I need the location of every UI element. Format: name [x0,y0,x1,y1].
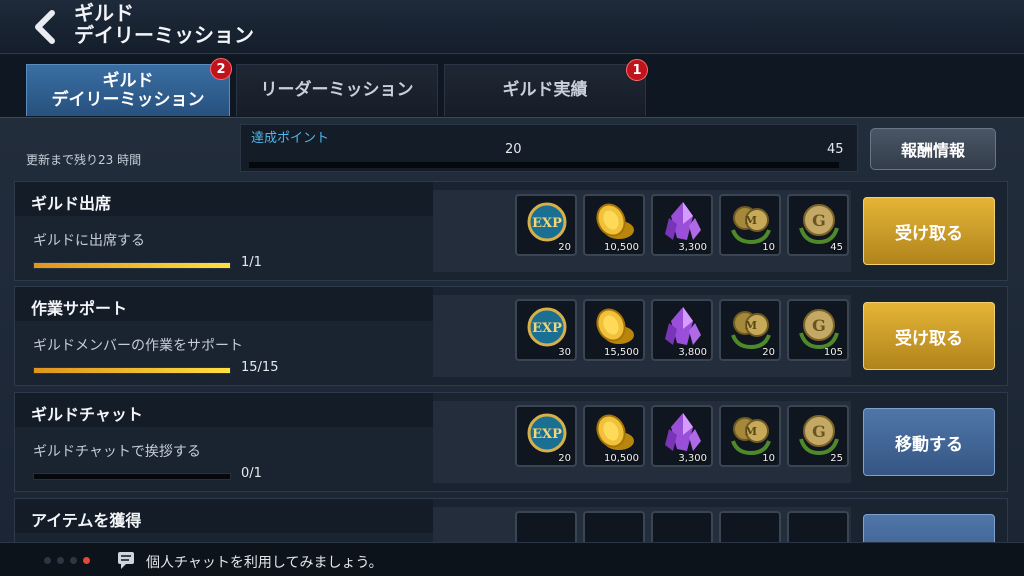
mission-row: ギルドチャットギルドチャットで挨拶する 0/1 EXP 20 10,500 3,300 M 1… [14,392,1008,492]
page-dot [57,557,64,564]
reward-slot[interactable]: G 45 [787,194,849,256]
mission-progress-count: 0/1 [241,466,262,481]
svg-text:G: G [812,211,826,230]
chat-icon [118,552,134,569]
notification-badge: 2 [210,58,232,80]
mission-progress-bar [33,262,231,269]
svg-text:M: M [745,319,757,332]
reward-amount: 10,500 [604,453,639,464]
reward-slot[interactable]: M 20 [719,299,781,361]
svg-text:M: M [745,214,757,227]
page-title: ギルド デイリーミッション [74,2,254,46]
mission-progress-bar [33,473,231,480]
back-button[interactable] [28,8,64,46]
page-title-line2: デイリーミッション [74,23,254,47]
back-arrow-icon [35,10,55,44]
mission-progress-fill [34,368,230,373]
achievement-progress-panel: 達成ポイント 20 45 [240,124,858,172]
reward-slot[interactable]: 3,300 [651,405,713,467]
reward-slot[interactable]: 10,500 [583,405,645,467]
move-button[interactable]: 移動する [863,408,995,476]
reward-slot[interactable]: G 25 [787,405,849,467]
page-dot [44,557,51,564]
tab-label: リーダーミッション [260,80,414,100]
reward-slot[interactable]: EXP 30 [515,299,577,361]
reward-slot[interactable]: EXP 20 [515,194,577,256]
mission-row: ギルド出席ギルドに出席する 1/1 EXP 20 10,500 3,300 M 10 G 45 受け… [14,181,1008,281]
reward-amount: 105 [823,347,843,358]
reward-amount: 15,500 [604,347,639,358]
reward-amount: 20 [558,242,571,253]
chat-bar[interactable]: 個人チャットを利用してみましょう。 [0,542,1024,576]
achievement-label: 達成ポイント [251,131,330,146]
reward-amount: 10 [762,242,775,253]
page-dot-active [83,557,90,564]
reward-slot[interactable]: 10,500 [583,194,645,256]
reward-slot[interactable]: G 105 [787,299,849,361]
mission-title: アイテムを獲得 [31,511,142,530]
reward-slot[interactable]: M 10 [719,405,781,467]
header: ギルド デイリーミッション [0,0,1024,54]
svg-text:EXP: EXP [532,321,562,336]
mission-description: ギルドに出席する [33,233,145,249]
svg-text:G: G [812,422,826,441]
mission-progress-count: 1/1 [241,255,262,270]
reward-amount: 10 [762,453,775,464]
mission-description: ギルドチャットで挨拶する [33,444,201,460]
mission-title: ギルド出席 [31,194,112,213]
reward-info-button[interactable]: 報酬情報 [870,128,996,170]
claim-button[interactable]: 受け取る [863,302,995,370]
page-dot [70,557,77,564]
reward-slot[interactable]: 15,500 [583,299,645,361]
tab-label-line2: デイリーミッション [51,89,205,110]
mission-title: 作業サポート [31,299,128,318]
milestone-20: 20 [505,142,522,157]
mission-title: ギルドチャット [31,405,143,424]
svg-text:EXP: EXP [532,216,562,231]
milestone-45: 45 [827,142,844,157]
reward-amount: 10,500 [604,242,639,253]
reward-amount: 3,800 [678,347,707,358]
tab-bar: ギルド デイリーミッション 2 リーダーミッション ギルド実績 1 [0,54,1024,118]
achievement-progress-bar [249,162,839,168]
mission-row: 作業サポートギルドメンバーの作業をサポート 15/15 EXP 30 15,500 3,8… [14,286,1008,386]
mission-progress-fill [34,263,230,268]
tab-label-line1: ギルド [102,70,154,91]
mission-progress-bar [33,367,231,374]
refresh-timer: 更新まで残り23 時間 [26,153,142,167]
page-indicator [44,557,90,564]
tab-leader-mission[interactable]: リーダーミッション [236,64,438,116]
reward-amount: 3,300 [678,453,707,464]
reward-amount: 45 [830,242,843,253]
claim-button[interactable]: 受け取る [863,197,995,265]
reward-slot[interactable]: 3,800 [651,299,713,361]
reward-slot[interactable]: M 10 [719,194,781,256]
tab-guild-achievements[interactable]: ギルド実績 [444,64,646,116]
notification-badge: 1 [626,59,648,81]
reward-slot[interactable]: 3,300 [651,194,713,256]
mission-description: ギルドメンバーの作業をサポート [33,338,243,354]
reward-amount: 30 [558,347,571,358]
tab-label: ギルド実績 [502,80,588,100]
page-title-line1: ギルド [74,1,134,25]
svg-text:EXP: EXP [532,427,562,442]
chat-message: 個人チャットを利用してみましょう。 [146,555,383,571]
svg-text:M: M [745,425,757,438]
svg-text:G: G [812,316,826,335]
reward-slot[interactable]: EXP 20 [515,405,577,467]
mission-progress-count: 15/15 [241,360,279,375]
tab-guild-daily-mission[interactable]: ギルド デイリーミッション [26,64,230,116]
reward-amount: 20 [558,453,571,464]
reward-amount: 20 [762,347,775,358]
reward-amount: 3,300 [678,242,707,253]
reward-amount: 25 [830,453,843,464]
